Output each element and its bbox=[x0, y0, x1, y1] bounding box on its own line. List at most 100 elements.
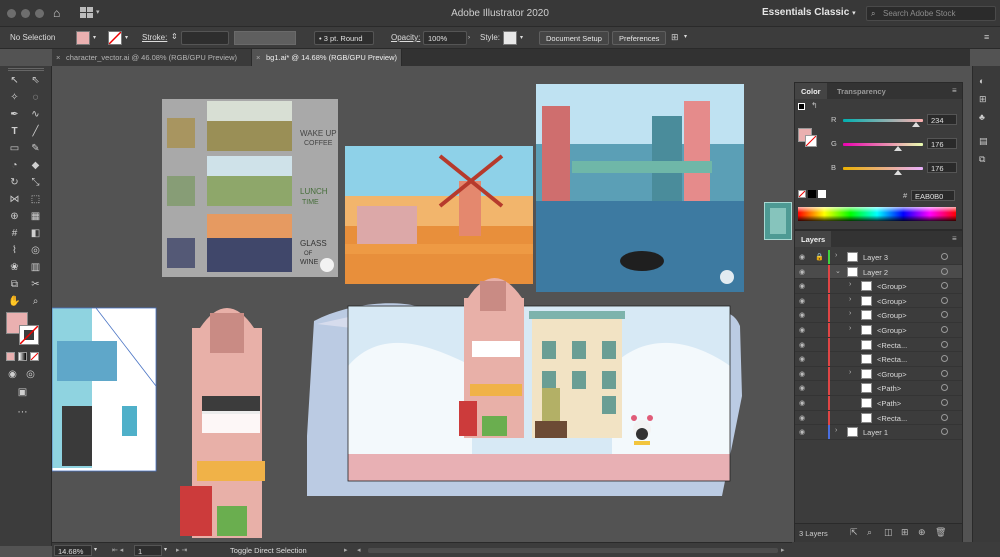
chevron-down-icon[interactable]: ▾ bbox=[125, 34, 128, 41]
channel-value-field[interactable]: 176 bbox=[927, 138, 957, 149]
tab-layers[interactable]: Layers bbox=[795, 231, 832, 247]
chevron-down-icon[interactable]: ▾ bbox=[520, 34, 523, 41]
current-stroke-swatch[interactable] bbox=[805, 135, 817, 147]
layer-row[interactable]: ◉ › <Group> bbox=[795, 308, 962, 323]
target-circle-icon[interactable] bbox=[941, 311, 948, 319]
chevron-right-icon[interactable]: › bbox=[849, 310, 851, 317]
tab-transparency[interactable]: Transparency bbox=[831, 83, 892, 99]
target-circle-icon[interactable] bbox=[941, 369, 948, 377]
visibility-eye-icon[interactable]: ◉ bbox=[799, 297, 805, 305]
channel-slider-thumb[interactable] bbox=[894, 170, 903, 175]
mesh-tool-icon[interactable]: # bbox=[8, 227, 21, 240]
draw-normal-icon[interactable]: ◉ bbox=[6, 368, 19, 381]
panel-menu-icon[interactable]: ≡ bbox=[984, 32, 989, 42]
channel-slider-thumb[interactable] bbox=[912, 122, 921, 127]
scroll-left-icon[interactable]: ◂ bbox=[357, 546, 361, 554]
layer-row[interactable]: ◉ <Recta... bbox=[795, 352, 962, 367]
tab-color[interactable]: Color bbox=[795, 83, 827, 99]
target-circle-icon[interactable] bbox=[941, 282, 948, 290]
blend-tool-icon[interactable]: ◎ bbox=[29, 244, 42, 257]
rotate-tool-icon[interactable]: ↻ bbox=[8, 176, 21, 189]
visibility-eye-icon[interactable]: ◉ bbox=[799, 253, 805, 261]
layer-row[interactable]: ◉ › Layer 1 bbox=[795, 425, 962, 440]
target-circle-icon[interactable] bbox=[941, 399, 948, 406]
chevron-right-icon[interactable]: › bbox=[835, 427, 837, 434]
white-swatch[interactable] bbox=[818, 190, 826, 198]
symbols-icon[interactable]: ♣ bbox=[979, 112, 985, 122]
stroke-weight-field[interactable] bbox=[181, 31, 229, 45]
gradient-mode-icon[interactable] bbox=[18, 352, 27, 361]
workspace-switcher[interactable]: Essentials Classic ▾ bbox=[762, 7, 856, 18]
layer-row[interactable]: ◉ <Path> bbox=[795, 396, 962, 411]
channel-value-field[interactable]: 234 bbox=[927, 114, 957, 125]
transform-icon[interactable]: ⧉ bbox=[979, 154, 985, 165]
lock-icon[interactable]: 🔒 bbox=[815, 253, 824, 261]
close-icon[interactable]: × bbox=[256, 53, 260, 62]
stock-search-input[interactable]: ⌕ Search Adobe Stock bbox=[866, 6, 996, 21]
rectangle-tool-icon[interactable]: ▭ bbox=[8, 142, 21, 155]
document-setup-button[interactable]: Document Setup bbox=[539, 31, 609, 45]
none-swatch[interactable] bbox=[798, 190, 806, 198]
screen-mode-icon[interactable]: ▣ bbox=[16, 386, 29, 399]
horizontal-scrollbar[interactable] bbox=[368, 548, 778, 553]
stroke-icon[interactable]: ▤ bbox=[979, 136, 988, 147]
graphic-style-swatch[interactable] bbox=[503, 31, 517, 45]
layer-row[interactable]: ◉ <Recta... bbox=[795, 410, 962, 426]
arrange-icon[interactable]: ⊞ bbox=[671, 32, 679, 43]
target-circle-icon[interactable] bbox=[941, 340, 948, 348]
eyedropper-tool-icon[interactable]: ⌇ bbox=[8, 244, 21, 257]
properties-icon[interactable]: ◐ bbox=[979, 76, 984, 86]
graph-tool-icon[interactable]: ▥ bbox=[29, 261, 42, 274]
chevron-right-icon[interactable]: › bbox=[849, 369, 851, 376]
chevron-right-icon[interactable]: › bbox=[468, 35, 470, 41]
magic-wand-tool-icon[interactable]: ✧ bbox=[8, 91, 21, 104]
stroke-label[interactable]: Stroke: bbox=[142, 33, 167, 42]
target-circle-icon[interactable] bbox=[941, 355, 948, 363]
visibility-eye-icon[interactable]: ◉ bbox=[799, 326, 805, 334]
visibility-eye-icon[interactable]: ◉ bbox=[799, 399, 805, 407]
line-tool-icon[interactable]: ╱ bbox=[29, 125, 42, 138]
tab-bg1[interactable]: × bg1.ai* @ 14.68% (RGB/GPU Preview) bbox=[252, 49, 402, 66]
channel-slider-thumb[interactable] bbox=[894, 146, 903, 151]
layer-row[interactable]: ◉ › <Group> bbox=[795, 279, 962, 294]
gradient-tool-icon[interactable]: ◧ bbox=[29, 227, 42, 240]
eraser-tool-icon[interactable]: ◆ bbox=[29, 159, 42, 172]
locate-object-icon[interactable]: ⌕ bbox=[867, 527, 872, 538]
visibility-eye-icon[interactable]: ◉ bbox=[799, 414, 805, 422]
chevron-down-icon[interactable]: ▾ bbox=[94, 546, 97, 553]
chevron-right-icon[interactable]: › bbox=[849, 325, 851, 332]
variable-width-profile[interactable] bbox=[234, 31, 296, 45]
chevron-right-icon[interactable]: › bbox=[835, 252, 837, 259]
chevron-down-icon[interactable]: ▾ bbox=[164, 546, 167, 553]
preferences-button[interactable]: Preferences bbox=[612, 31, 667, 45]
chevron-right-icon[interactable]: › bbox=[849, 296, 851, 303]
layer-row[interactable]: ◉ 🔒 › Layer 3 bbox=[795, 250, 962, 265]
panel-menu-icon[interactable]: ≡ bbox=[952, 234, 957, 243]
channel-slider-track[interactable] bbox=[843, 167, 923, 170]
layer-row[interactable]: ◉ › <Group> bbox=[795, 366, 962, 382]
visibility-eye-icon[interactable]: ◉ bbox=[799, 311, 805, 319]
new-layer-icon[interactable]: ⊕ bbox=[918, 527, 926, 538]
artboard-tool-icon[interactable]: ⧉ bbox=[8, 278, 21, 291]
opacity-label[interactable]: Opacity: bbox=[391, 33, 420, 42]
edit-toolbar-icon[interactable]: ⋯ bbox=[16, 406, 29, 419]
curvature-tool-icon[interactable]: ∿ bbox=[29, 108, 42, 121]
artboard-canvas[interactable]: WAKE UP COFFEE LUNCH TIME GLASS OF WINE bbox=[52, 66, 792, 542]
zoom-tool-icon[interactable]: ⌕ bbox=[29, 295, 42, 308]
target-circle-icon[interactable] bbox=[941, 413, 948, 421]
scroll-right-icon[interactable]: ▸ bbox=[781, 546, 785, 554]
slice-tool-icon[interactable]: ✂ bbox=[29, 278, 42, 291]
target-circle-icon[interactable] bbox=[941, 326, 948, 333]
visibility-eye-icon[interactable]: ◉ bbox=[799, 341, 805, 349]
stroke-weight-stepper[interactable]: ⇕ bbox=[171, 32, 178, 41]
next-artboard-icon[interactable]: ▸ ⇥ bbox=[176, 546, 187, 554]
direct-selection-tool-icon[interactable]: ⇖ bbox=[29, 74, 42, 87]
type-tool-icon[interactable]: T bbox=[8, 125, 21, 138]
selection-tool-icon[interactable]: ↖ bbox=[8, 74, 21, 87]
grip-icon[interactable] bbox=[8, 68, 44, 71]
trash-icon[interactable]: 🗑 bbox=[935, 527, 946, 538]
fill-swatch[interactable] bbox=[76, 31, 90, 45]
target-circle-icon[interactable] bbox=[941, 384, 948, 392]
new-sublayer-icon[interactable]: ⊞ bbox=[901, 527, 909, 538]
channel-slider-track[interactable] bbox=[843, 143, 923, 146]
